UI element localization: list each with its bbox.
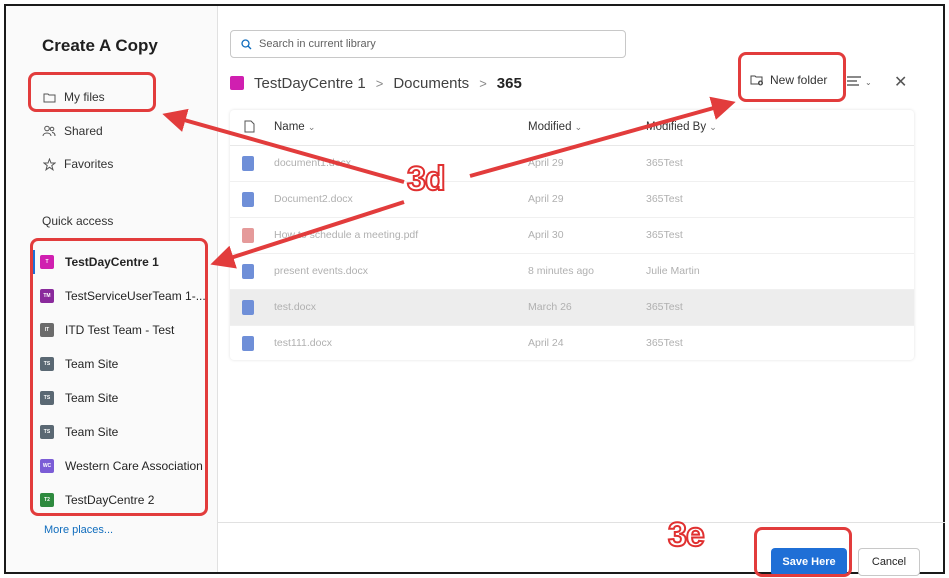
- column-modified[interactable]: Modified ⌄: [528, 121, 582, 133]
- file-type-icon: [244, 120, 255, 136]
- word-file-icon: [242, 264, 254, 279]
- highlight-quick-access: [30, 238, 208, 516]
- file-modified-by: Julie Martin: [646, 265, 700, 277]
- nav-label: Favorites: [64, 157, 114, 171]
- file-name: document1.docx: [274, 157, 352, 169]
- table-row[interactable]: Document2.docx April 29 365Test: [230, 182, 914, 218]
- file-name: present events.docx: [274, 265, 368, 277]
- file-modified: April 24: [528, 337, 564, 349]
- search-placeholder: Search in current library: [259, 38, 376, 50]
- step-label-3e: 3e: [667, 515, 706, 555]
- breadcrumb-library[interactable]: Documents: [393, 75, 469, 92]
- file-name: test111.docx: [274, 337, 332, 349]
- view-options-icon: [846, 74, 862, 90]
- more-places-link[interactable]: More places...: [44, 524, 113, 536]
- file-modified: April 29: [528, 193, 564, 205]
- file-modified-by: 365Test: [646, 301, 683, 313]
- table-row[interactable]: test111.docx April 24 365Test: [230, 326, 914, 362]
- column-modified-label: Modified: [528, 121, 572, 133]
- highlight-my-files: [28, 72, 156, 112]
- word-file-icon: [242, 300, 254, 315]
- column-name[interactable]: Name ⌄: [274, 121, 315, 133]
- file-name: test.docx: [274, 301, 317, 313]
- table-row[interactable]: present events.docx 8 minutes ago Julie …: [230, 254, 914, 290]
- file-modified: April 30: [528, 229, 564, 241]
- breadcrumb: TestDayCentre 1 > Documents > 365: [230, 72, 522, 94]
- close-button[interactable]: ✕: [894, 72, 907, 92]
- nav-label: Shared: [64, 124, 103, 138]
- file-table: Name ⌄ Modified ⌄ Modified By ⌄ document…: [230, 110, 914, 360]
- column-modified-by-label: Modified By: [646, 121, 707, 133]
- file-modified: March 26: [528, 301, 572, 313]
- word-file-icon: [242, 156, 254, 171]
- breadcrumb-separator: >: [375, 75, 384, 91]
- column-name-label: Name: [274, 121, 305, 133]
- column-modified-by[interactable]: Modified By ⌄: [646, 121, 717, 133]
- chevron-down-icon: ⌄: [709, 122, 717, 132]
- step-label-3d: 3d: [406, 159, 447, 199]
- word-file-icon: [242, 192, 254, 207]
- table-row[interactable]: test.docx March 26 365Test: [230, 290, 914, 326]
- highlight-new-folder: [738, 52, 846, 102]
- table-header: Name ⌄ Modified ⌄ Modified By ⌄: [230, 110, 914, 146]
- search-icon: [241, 38, 252, 50]
- breadcrumb-separator: >: [479, 75, 487, 91]
- footer-divider: [218, 522, 945, 523]
- chevron-down-icon: ⌄: [574, 122, 583, 132]
- file-name: How to schedule a meeting.pdf: [274, 229, 419, 241]
- file-modified-by: 365Test: [646, 229, 683, 241]
- word-file-icon: [242, 336, 254, 351]
- search-input[interactable]: Search in current library: [230, 30, 626, 58]
- file-name: Document2.docx: [274, 193, 353, 205]
- cancel-button[interactable]: Cancel: [858, 548, 920, 576]
- chevron-down-icon: ⌄: [865, 77, 872, 87]
- close-icon: ✕: [894, 74, 908, 91]
- table-row[interactable]: document1.docx April 29 365Test: [230, 146, 914, 182]
- file-modified: April 29: [528, 157, 564, 169]
- star-icon: [42, 157, 56, 171]
- quick-access-heading: Quick access: [42, 214, 114, 228]
- file-modified: 8 minutes ago: [528, 265, 594, 277]
- chevron-down-icon: ⌄: [307, 122, 316, 132]
- dialog-title: Create A Copy: [42, 36, 158, 55]
- highlight-save-here: [754, 527, 852, 577]
- pdf-file-icon: [242, 228, 254, 243]
- nav-favorites[interactable]: Favorites: [42, 153, 113, 175]
- file-modified-by: 365Test: [646, 193, 683, 205]
- nav-shared[interactable]: Shared: [42, 120, 103, 142]
- people-icon: [42, 124, 56, 138]
- site-icon: [230, 76, 244, 90]
- view-options-button[interactable]: ⌄: [846, 74, 872, 90]
- file-modified-by: 365Test: [646, 337, 683, 349]
- breadcrumb-site[interactable]: TestDayCentre 1: [254, 75, 366, 92]
- table-row[interactable]: How to schedule a meeting.pdf April 30 3…: [230, 218, 914, 254]
- breadcrumb-current: 365: [496, 74, 522, 92]
- file-modified-by: 365Test: [646, 157, 683, 169]
